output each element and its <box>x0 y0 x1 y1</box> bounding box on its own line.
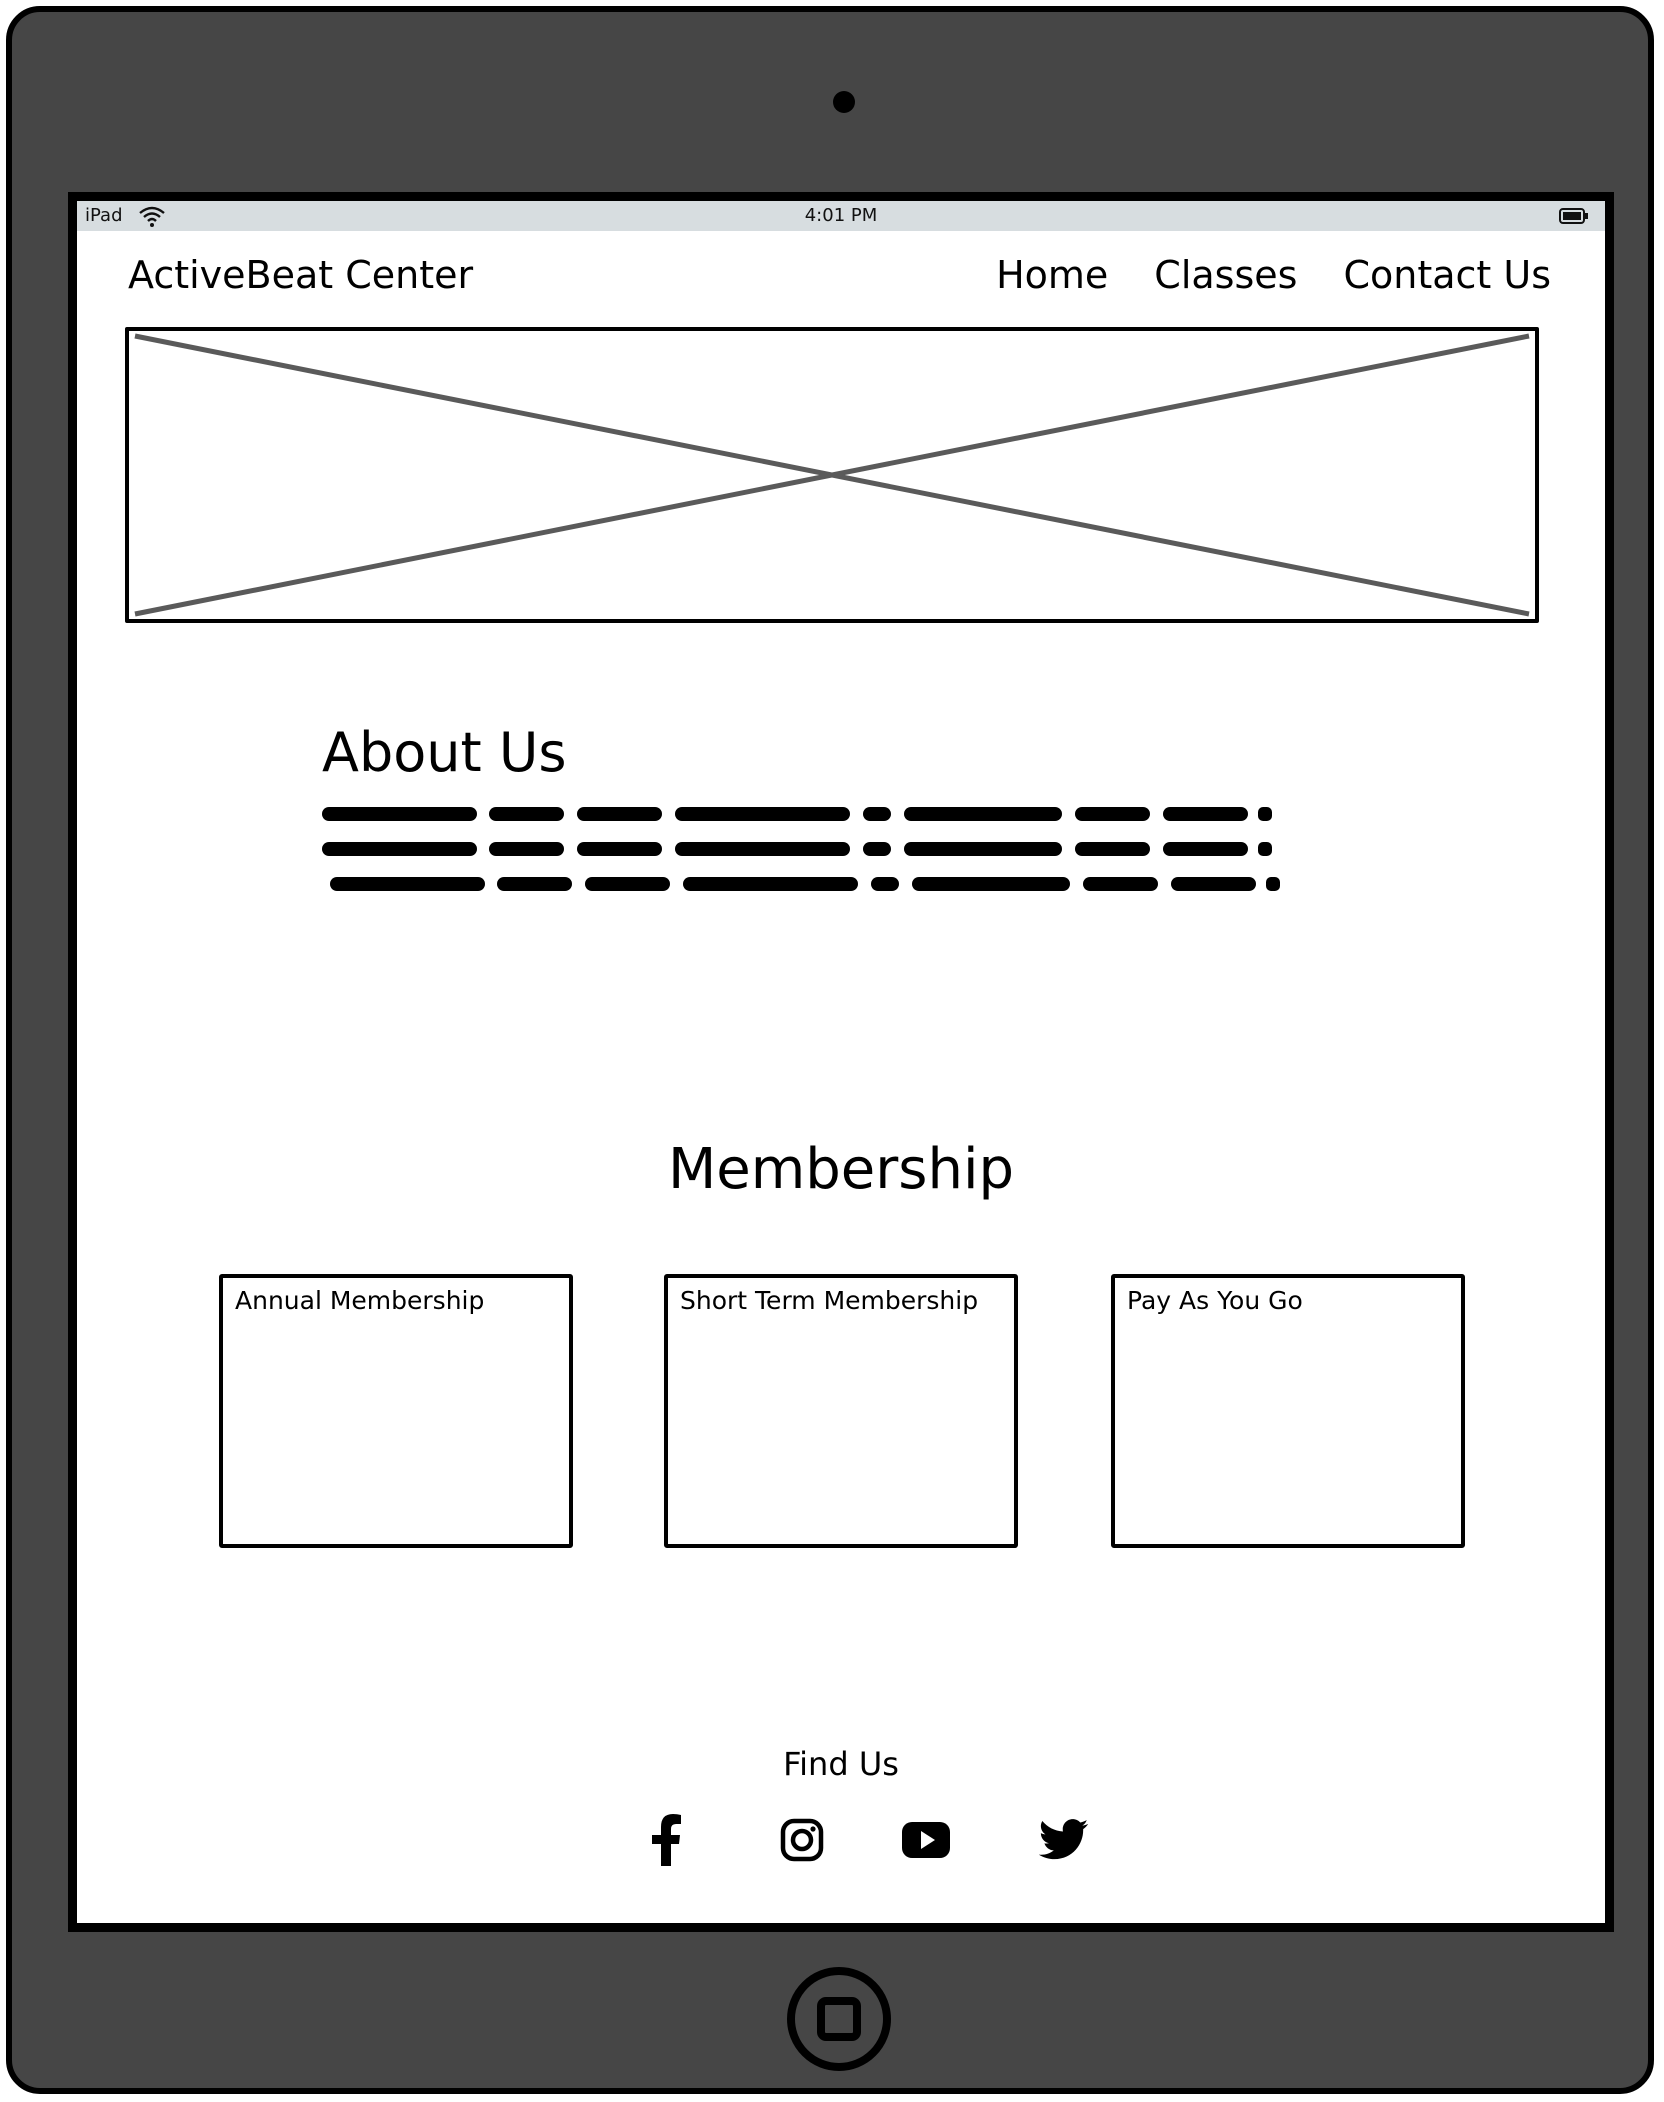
find-us-heading: Find Us <box>783 1745 899 1783</box>
hero-image-placeholder <box>125 327 1539 623</box>
battery-icon <box>1559 208 1589 229</box>
home-button[interactable] <box>787 1967 891 2071</box>
membership-card-short-term[interactable]: Short Term Membership <box>664 1274 1018 1548</box>
screen: iPad 4:01 PM ActiveBeat Center Home Clas… <box>68 192 1614 1932</box>
membership-card-pay-as-you-go[interactable]: Pay As You Go <box>1111 1274 1465 1548</box>
card-title: Pay As You Go <box>1127 1286 1303 1315</box>
facebook-icon[interactable] <box>639 1813 693 1867</box>
about-heading: About Us <box>322 721 567 784</box>
about-placeholder-text <box>322 807 1280 891</box>
card-title: Annual Membership <box>235 1286 485 1315</box>
membership-heading: Membership <box>667 1137 1015 1202</box>
twitter-icon[interactable] <box>1037 1813 1091 1867</box>
nav-contact-us[interactable]: Contact Us <box>1343 253 1551 297</box>
camera-icon <box>833 91 855 113</box>
instagram-icon[interactable] <box>775 1813 829 1867</box>
status-bar: iPad 4:01 PM <box>77 201 1605 231</box>
brand-logo-text[interactable]: ActiveBeat Center <box>128 253 473 297</box>
main-nav: Home Classes Contact Us <box>996 253 1551 297</box>
status-time: 4:01 PM <box>804 205 878 226</box>
tablet-frame: iPad 4:01 PM ActiveBeat Center Home Clas… <box>6 6 1654 2094</box>
youtube-icon[interactable] <box>899 1813 953 1867</box>
nav-classes[interactable]: Classes <box>1154 253 1297 297</box>
card-title: Short Term Membership <box>680 1286 979 1315</box>
membership-card-annual[interactable]: Annual Membership <box>219 1274 573 1548</box>
home-button-icon <box>817 1997 861 2041</box>
image-placeholder-icon <box>134 333 1530 617</box>
nav-home[interactable]: Home <box>996 253 1108 297</box>
